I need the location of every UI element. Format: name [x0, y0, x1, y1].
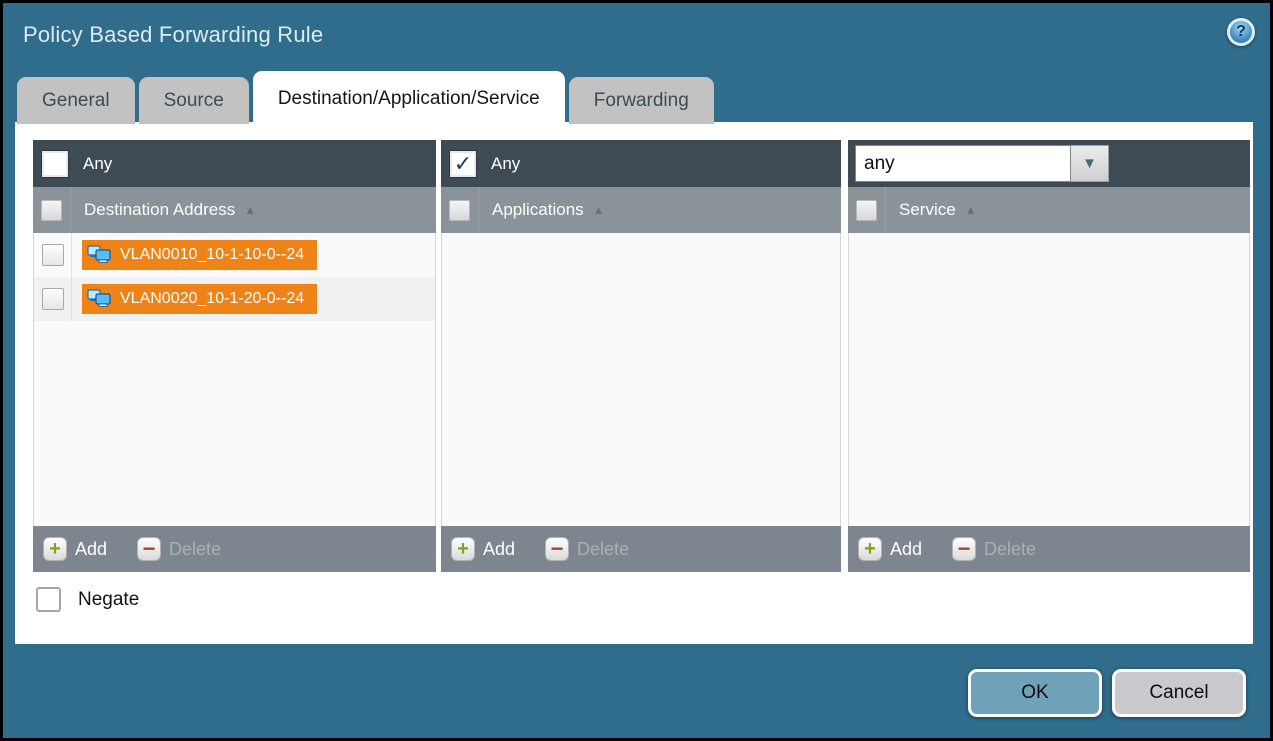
check-icon: ✓: [454, 153, 472, 175]
service-header-sort[interactable]: Service ▲: [899, 200, 977, 220]
negate-checkbox[interactable]: [36, 587, 61, 612]
applications-any-checkbox[interactable]: ✓: [450, 151, 476, 177]
tab-destination-application-service[interactable]: Destination/Application/Service: [253, 71, 565, 124]
address-object-name: VLAN0010_10-1-10-0--24: [120, 246, 304, 264]
sort-asc-icon: ▲: [965, 204, 977, 216]
service-add-button[interactable]: + Add: [858, 537, 922, 561]
sort-asc-icon: ▲: [244, 204, 256, 216]
applications-header-sort[interactable]: Applications ▲: [492, 200, 605, 220]
service-column: any ▼ Service ▲ + Add: [848, 140, 1250, 572]
list-item[interactable]: VLAN0010_10-1-10-0--24: [34, 233, 435, 277]
service-delete-button[interactable]: − Delete: [952, 537, 1036, 561]
destination-address-list: VLAN0010_10-1-10-0--24 VLAN: [33, 233, 436, 526]
applications-select-all-checkbox[interactable]: [449, 200, 470, 221]
negate-row: Negate: [36, 587, 139, 612]
service-dropdown-value[interactable]: any: [855, 145, 1071, 182]
applications-header-label: Applications: [492, 200, 584, 220]
tab-general[interactable]: General: [17, 77, 135, 124]
applications-delete-button[interactable]: − Delete: [545, 537, 629, 561]
add-button-label: Add: [483, 539, 515, 560]
ok-button[interactable]: OK: [968, 669, 1102, 717]
tab-content-panel: ✓ Any Destination Address ▲: [15, 122, 1253, 644]
delete-icon: −: [137, 537, 161, 561]
service-dropdown-button[interactable]: ▼: [1071, 145, 1109, 182]
service-toolbar: + Add − Delete: [848, 526, 1250, 572]
destination-any-checkbox[interactable]: ✓: [42, 151, 68, 177]
dialog-title: Policy Based Forwarding Rule: [23, 22, 323, 48]
delete-icon: −: [545, 537, 569, 561]
row-checkbox-cell: [34, 277, 72, 321]
destination-toolbar: + Add − Delete: [33, 526, 436, 572]
header-checkbox-cell: [848, 187, 886, 233]
add-icon: +: [43, 537, 67, 561]
address-object-name: VLAN0020_10-1-20-0--24: [120, 290, 304, 308]
delete-icon: −: [952, 537, 976, 561]
row-checkbox[interactable]: [42, 244, 64, 266]
row-checkbox-cell: [34, 233, 72, 277]
add-icon: +: [858, 537, 882, 561]
service-column-header: Service ▲: [848, 187, 1250, 233]
add-button-label: Add: [890, 539, 922, 560]
service-header-label: Service: [899, 200, 956, 220]
destination-address-column: ✓ Any Destination Address ▲: [33, 140, 436, 572]
service-dropdown: any ▼: [855, 145, 1109, 182]
destination-header-label: Destination Address: [84, 200, 235, 220]
destination-select-all-checkbox[interactable]: [41, 200, 62, 221]
help-glyph: ?: [1236, 23, 1246, 41]
applications-list: [441, 233, 841, 526]
destination-any-bar: ✓ Any: [33, 140, 436, 187]
destination-any-label: Any: [83, 154, 112, 174]
header-checkbox-cell: [441, 187, 479, 233]
row-checkbox[interactable]: [42, 288, 64, 310]
applications-any-label: Any: [491, 154, 520, 174]
header-checkbox-cell: [33, 187, 71, 233]
applications-column: ✓ Any Applications ▲ + Add: [441, 140, 841, 572]
address-object-chip[interactable]: VLAN0010_10-1-10-0--24: [82, 240, 317, 270]
service-list: [848, 233, 1250, 526]
list-item[interactable]: VLAN0020_10-1-20-0--24: [34, 277, 435, 321]
destination-column-header: Destination Address ▲: [33, 187, 436, 233]
applications-add-button[interactable]: + Add: [451, 537, 515, 561]
service-select-all-checkbox[interactable]: [856, 200, 877, 221]
help-icon[interactable]: ?: [1227, 18, 1255, 46]
add-button-label: Add: [75, 539, 107, 560]
network-address-icon: [87, 289, 112, 309]
chevron-down-icon: ▼: [1082, 156, 1097, 171]
network-address-icon: [87, 245, 112, 265]
tab-bar: General Source Destination/Application/S…: [17, 71, 714, 124]
delete-button-label: Delete: [577, 539, 629, 560]
delete-button-label: Delete: [169, 539, 221, 560]
policy-based-forwarding-dialog: Policy Based Forwarding Rule ? General S…: [0, 0, 1273, 741]
tab-forwarding[interactable]: Forwarding: [569, 77, 714, 124]
cancel-button[interactable]: Cancel: [1112, 669, 1246, 717]
tab-source[interactable]: Source: [139, 77, 249, 124]
delete-button-label: Delete: [984, 539, 1036, 560]
destination-delete-button[interactable]: − Delete: [137, 537, 221, 561]
add-icon: +: [451, 537, 475, 561]
destination-header-sort[interactable]: Destination Address ▲: [84, 200, 256, 220]
destination-add-button[interactable]: + Add: [43, 537, 107, 561]
applications-column-header: Applications ▲: [441, 187, 841, 233]
negate-label: Negate: [78, 589, 139, 611]
address-object-chip[interactable]: VLAN0020_10-1-20-0--24: [82, 284, 317, 314]
sort-asc-icon: ▲: [593, 204, 605, 216]
applications-toolbar: + Add − Delete: [441, 526, 841, 572]
service-dropdown-bar: any ▼: [848, 140, 1250, 187]
applications-any-bar: ✓ Any: [441, 140, 841, 187]
